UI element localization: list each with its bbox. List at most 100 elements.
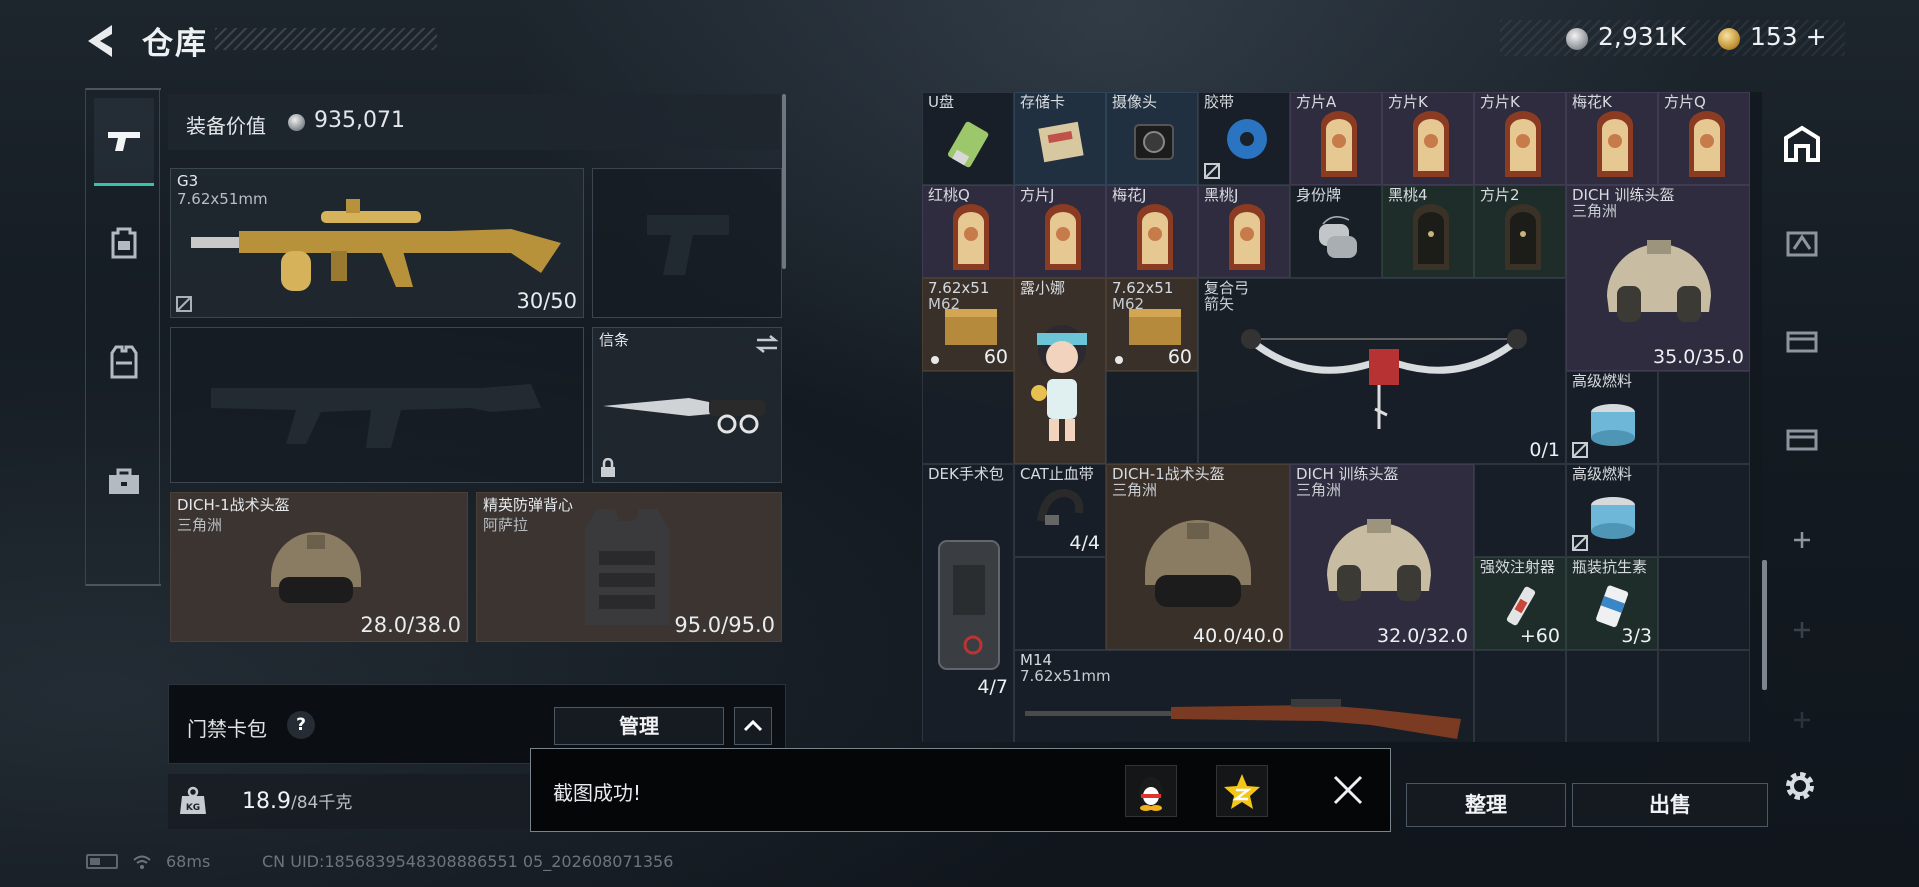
stash-tab-4a[interactable] xyxy=(1780,318,1824,362)
armor-name: 精英防弹背心 xyxy=(483,496,574,514)
status-bar: 68ms xyxy=(86,852,210,871)
sidearm-slot-empty[interactable] xyxy=(592,168,782,318)
grid-cell-empty[interactable] xyxy=(1014,557,1106,650)
grid-item-card-diamond-a[interactable]: 方片A xyxy=(1290,92,1382,185)
grid-cell-empty[interactable] xyxy=(922,371,1014,464)
gold-coin-icon xyxy=(1718,28,1740,50)
grid-item-fuel-a[interactable]: 高级燃料 xyxy=(1566,371,1658,464)
swap-icon[interactable] xyxy=(755,334,779,354)
sell-button[interactable]: 出售 xyxy=(1572,783,1768,827)
add-stash-button[interactable] xyxy=(1780,518,1824,562)
grid-item-compound-bow[interactable]: 复合弓 箭矢 0/1 xyxy=(1198,278,1566,464)
grid-item-ammo-m62-a[interactable]: 7.62x51 M62 60 xyxy=(922,278,1014,371)
add-stash-button-locked[interactable] xyxy=(1780,608,1824,652)
equipment-value: 935,071 xyxy=(314,108,405,133)
help-button[interactable]: ? xyxy=(287,711,315,739)
add-stash-button-locked[interactable] xyxy=(1780,698,1824,742)
grid-item-memory-card[interactable]: 存储卡 xyxy=(1014,92,1106,185)
helmet-slot[interactable]: DICH-1战术头盔 三角洲 28.0/38.0 xyxy=(170,492,468,642)
grid-cell-empty[interactable] xyxy=(1474,650,1566,742)
back-button[interactable] xyxy=(82,22,118,60)
grid-item-figurine[interactable]: 露小娜 xyxy=(1014,278,1106,464)
grid-item-tactical-helmet[interactable]: DICH-1战术头盔 三角洲 40.0/40.0 xyxy=(1106,464,1290,650)
page-title: 仓库 xyxy=(142,26,208,62)
ammo-box-icon xyxy=(945,309,997,345)
collapse-button[interactable] xyxy=(734,707,772,745)
nav-backpack-tab[interactable] xyxy=(94,198,154,286)
equipment-value-label: 装备价值 xyxy=(186,114,266,138)
access-card-label: 门禁卡包 xyxy=(187,717,267,741)
grid-item-injector[interactable]: 强效注射器 +60 xyxy=(1474,557,1566,650)
toast-close-button[interactable] xyxy=(1329,771,1367,809)
grid-item-fuel-b[interactable]: 高级燃料 xyxy=(1566,464,1658,557)
stash-tab-main[interactable] xyxy=(1780,122,1824,166)
grid-item-ammo-m62-b[interactable]: 7.62x51 M62 60 xyxy=(1106,278,1198,371)
grid-item-training-helmet-2[interactable]: DICH 训练头盔 三角洲 32.0/32.0 xyxy=(1290,464,1474,650)
dog-tag-icon xyxy=(1319,216,1357,258)
grid-item-card-spade-4[interactable]: 黑桃4 xyxy=(1382,185,1474,278)
playing-card-icon xyxy=(1597,111,1633,177)
grid-item-tape[interactable]: 胶带 xyxy=(1198,92,1290,185)
grid-item-card-club-k[interactable]: 梅花K xyxy=(1566,92,1658,185)
grid-item-card-diamond-j[interactable]: 方片J xyxy=(1014,185,1106,278)
item-name: 黑桃4 xyxy=(1388,186,1428,204)
sort-button[interactable]: 整理 xyxy=(1406,783,1566,827)
grid-cell-empty[interactable] xyxy=(1106,371,1198,464)
playing-card-icon xyxy=(1413,204,1449,270)
grid-item-card-heart-q[interactable]: 红桃Q xyxy=(922,185,1014,278)
close-icon xyxy=(1333,775,1363,805)
backpack-icon xyxy=(111,227,137,259)
primary-weapon-slot[interactable]: G3 7.62x51mm 30/50 xyxy=(170,168,584,318)
grid-item-training-helmet[interactable]: DICH 训练头盔 三角洲 35.0/35.0 xyxy=(1566,185,1750,371)
armor-faction: 阿萨拉 xyxy=(483,516,529,534)
stash-scrollbar[interactable] xyxy=(1762,560,1767,690)
item-name: 摄像头 xyxy=(1112,93,1158,111)
settings-button[interactable] xyxy=(1782,768,1818,804)
grid-item-card-diamond-k-2[interactable]: 方片K xyxy=(1474,92,1566,185)
stash-tab-3[interactable] xyxy=(1780,220,1824,264)
crate-tier-4-icon xyxy=(1786,429,1818,451)
weight-icon: KG xyxy=(180,786,206,814)
gold-add-icon[interactable]: + xyxy=(1806,22,1827,51)
bound-item-icon xyxy=(1572,442,1588,458)
grid-item-surgery-kit[interactable]: DEK手术包 4/7 xyxy=(922,464,1014,742)
stash-grid[interactable]: U盘 存储卡 摄像头 胶带 方片A 方片K 方片K 梅花K 方片Q 红桃Q 方片… xyxy=(922,92,1762,742)
share-qq-button[interactable] xyxy=(1125,765,1177,817)
grid-cell-empty[interactable] xyxy=(1474,464,1566,557)
grid-item-usb[interactable]: U盘 xyxy=(922,92,1014,185)
armor-slot[interactable]: 精英防弹背心 阿萨拉 95.0/95.0 xyxy=(476,492,782,642)
grid-cell-empty[interactable] xyxy=(1658,557,1750,650)
equipment-scrollbar[interactable] xyxy=(782,94,786,269)
item-count: 60 xyxy=(983,346,1008,368)
left-category-nav xyxy=(85,88,161,586)
melee-slot[interactable]: 信条 xyxy=(592,327,782,483)
pistol-silhouette-icon xyxy=(647,215,729,275)
grid-item-dog-tag[interactable]: 身份牌 xyxy=(1290,185,1382,278)
grid-item-card-diamond-k[interactable]: 方片K xyxy=(1382,92,1474,185)
secondary-weapon-slot-empty[interactable] xyxy=(170,327,584,483)
grid-item-card-diamond-2[interactable]: 方片2 xyxy=(1474,185,1566,278)
grid-cell-empty[interactable] xyxy=(1658,464,1750,557)
item-count: 4/4 xyxy=(1069,532,1100,554)
grid-item-antibiotics[interactable]: 瓶装抗生素 3/3 xyxy=(1566,557,1658,650)
share-qzone-button[interactable] xyxy=(1216,765,1268,817)
grid-cell-empty[interactable] xyxy=(1658,650,1750,742)
tactical-helmet-image xyxy=(1145,520,1251,607)
gold-balance[interactable]: 153 + xyxy=(1750,22,1827,51)
grid-item-camera[interactable]: 摄像头 xyxy=(1106,92,1198,185)
nav-case-tab[interactable] xyxy=(94,438,154,526)
stash-tab-4b[interactable] xyxy=(1780,416,1824,460)
playing-card-icon xyxy=(1321,111,1357,177)
item-name: 高级燃料 xyxy=(1572,372,1633,390)
nav-rig-tab[interactable] xyxy=(94,318,154,406)
grid-cell-empty[interactable] xyxy=(1658,371,1750,464)
manage-button[interactable]: 管理 xyxy=(554,707,724,745)
grid-item-card-diamond-q[interactable]: 方片Q xyxy=(1658,92,1750,185)
grid-item-card-club-j[interactable]: 梅花J xyxy=(1106,185,1198,278)
qq-penguin-icon xyxy=(1139,777,1163,811)
grid-item-card-spade-j[interactable]: 黑桃J xyxy=(1198,185,1290,278)
grid-item-tourniquet[interactable]: CAT止血带 4/4 xyxy=(1014,464,1106,557)
grid-item-m14[interactable]: M14 7.62x51mm xyxy=(1014,650,1474,742)
nav-weapon-tab[interactable] xyxy=(94,98,154,186)
grid-cell-empty[interactable] xyxy=(1566,650,1658,742)
